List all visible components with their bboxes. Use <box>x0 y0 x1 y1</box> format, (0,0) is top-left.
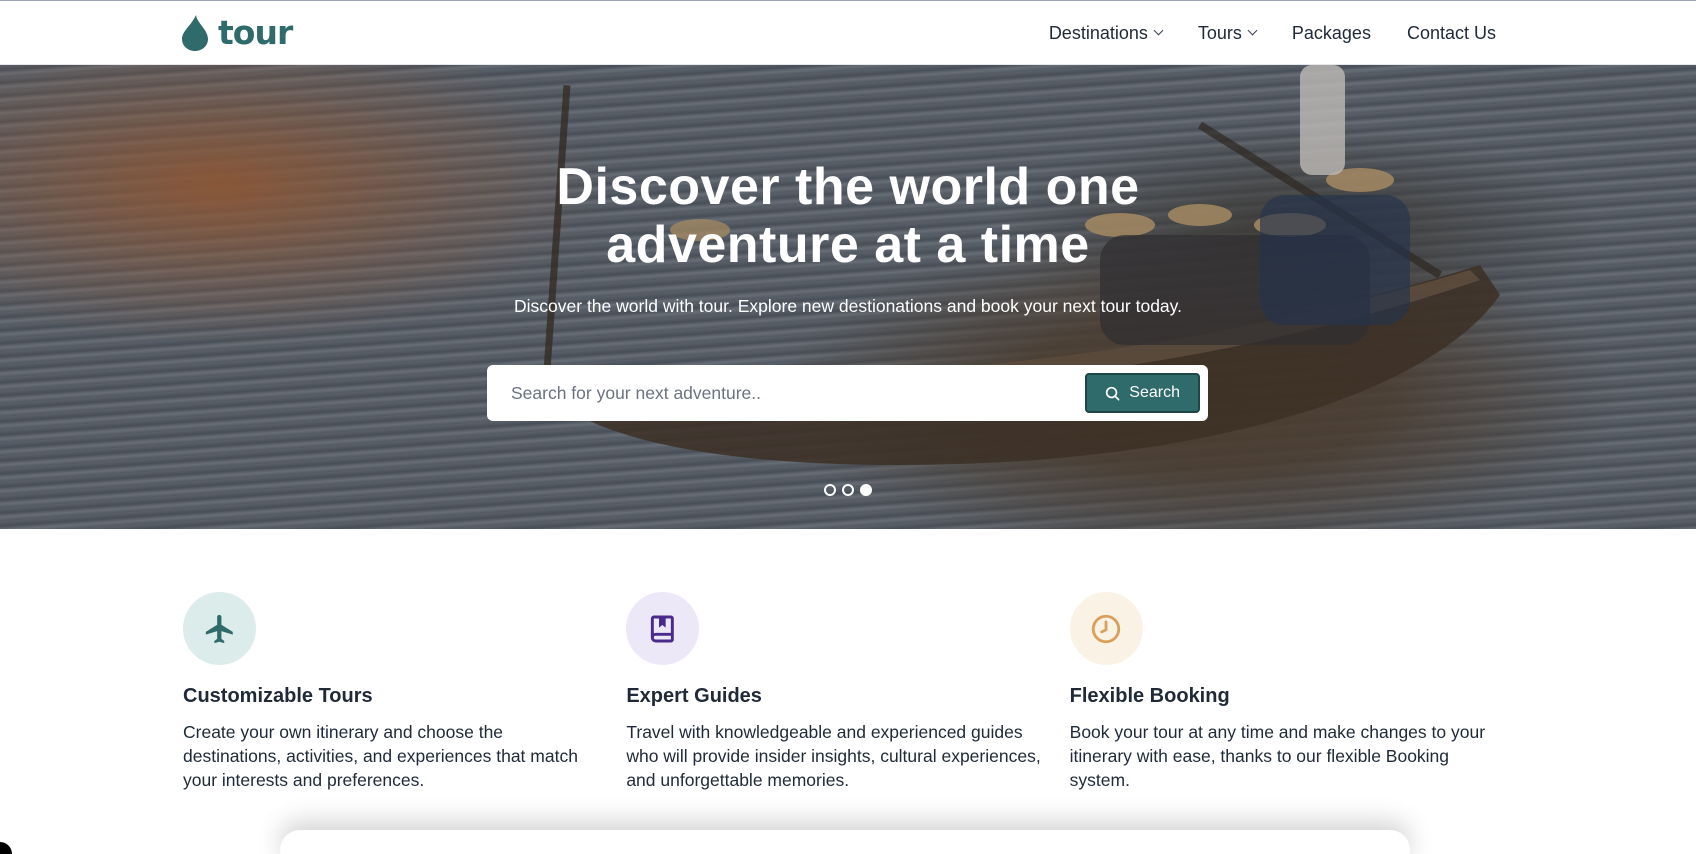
hero-title-line-2: adventure at a time <box>606 216 1090 274</box>
feature-description: Book your tour at any time and make chan… <box>1069 722 1486 790</box>
drop-logo-icon <box>182 15 208 51</box>
nav-item-tours[interactable]: Tours <box>1197 22 1258 44</box>
search-input[interactable] <box>511 382 1086 404</box>
nav-label: Tours <box>1197 22 1242 43</box>
book-icon <box>650 615 674 642</box>
airplane-icon <box>205 614 233 643</box>
clock-icon <box>1091 614 1121 643</box>
logo[interactable]: tour <box>182 13 293 53</box>
feature-card: Customizable Tours Create your own itine… <box>183 592 626 792</box>
feature-card: Flexible Booking Book your tour at any t… <box>1069 592 1513 792</box>
nav-item-packages[interactable]: Packages <box>1292 23 1371 44</box>
search-button-label: Search <box>1129 384 1180 401</box>
carousel-dot-2[interactable] <box>842 484 854 496</box>
nav-label: Packages <box>1291 22 1371 43</box>
feature-icon-circle <box>626 592 700 665</box>
nav-item-contact-us[interactable]: Contact Us <box>1407 23 1496 44</box>
chevron-down-icon <box>1247 25 1258 36</box>
window-corner <box>0 842 12 854</box>
main-nav: Destinations Tours Packages Contact Us <box>1049 1 1496 65</box>
feature-description: Create your own itinerary and choose the… <box>183 722 578 790</box>
feature-description: Travel with knowledgeable and experience… <box>626 722 1041 790</box>
search-icon <box>1106 386 1120 400</box>
next-section-edge <box>280 830 1410 854</box>
carousel-indicators <box>824 484 872 496</box>
carousel-dot-1[interactable] <box>824 484 836 496</box>
chevron-down-icon <box>1153 25 1164 36</box>
nav-label: Contact Us <box>1406 22 1496 43</box>
brand-name: tour <box>218 13 293 52</box>
feature-card: Expert Guides Travel with knowledgeable … <box>626 592 1069 792</box>
feature-title: Customizable Tours <box>183 685 373 707</box>
features-section: Customizable Tours Create your own itine… <box>183 592 1513 792</box>
feature-title: Flexible Booking <box>1069 685 1230 707</box>
feature-icon-circle <box>1069 592 1143 665</box>
hero-title: Discover the world one adventure at a ti… <box>0 158 1696 274</box>
hero-carousel: Discover the world one adventure at a ti… <box>0 65 1696 529</box>
nav-label: Destinations <box>1048 22 1148 43</box>
search-button[interactable]: Search <box>1085 373 1200 413</box>
site-header: tour Destinations Tours Packages Contact… <box>0 0 1696 65</box>
nav-item-destinations[interactable]: Destinations <box>1048 22 1164 44</box>
search-bar: Search <box>487 365 1208 421</box>
feature-icon-circle <box>183 592 256 665</box>
feature-title: Expert Guides <box>626 685 762 707</box>
hero-subtitle: Discover the world with tour. Explore ne… <box>514 296 1182 316</box>
carousel-dot-3[interactable] <box>860 484 872 496</box>
hero-title-line-1: Discover the world one <box>556 158 1140 216</box>
